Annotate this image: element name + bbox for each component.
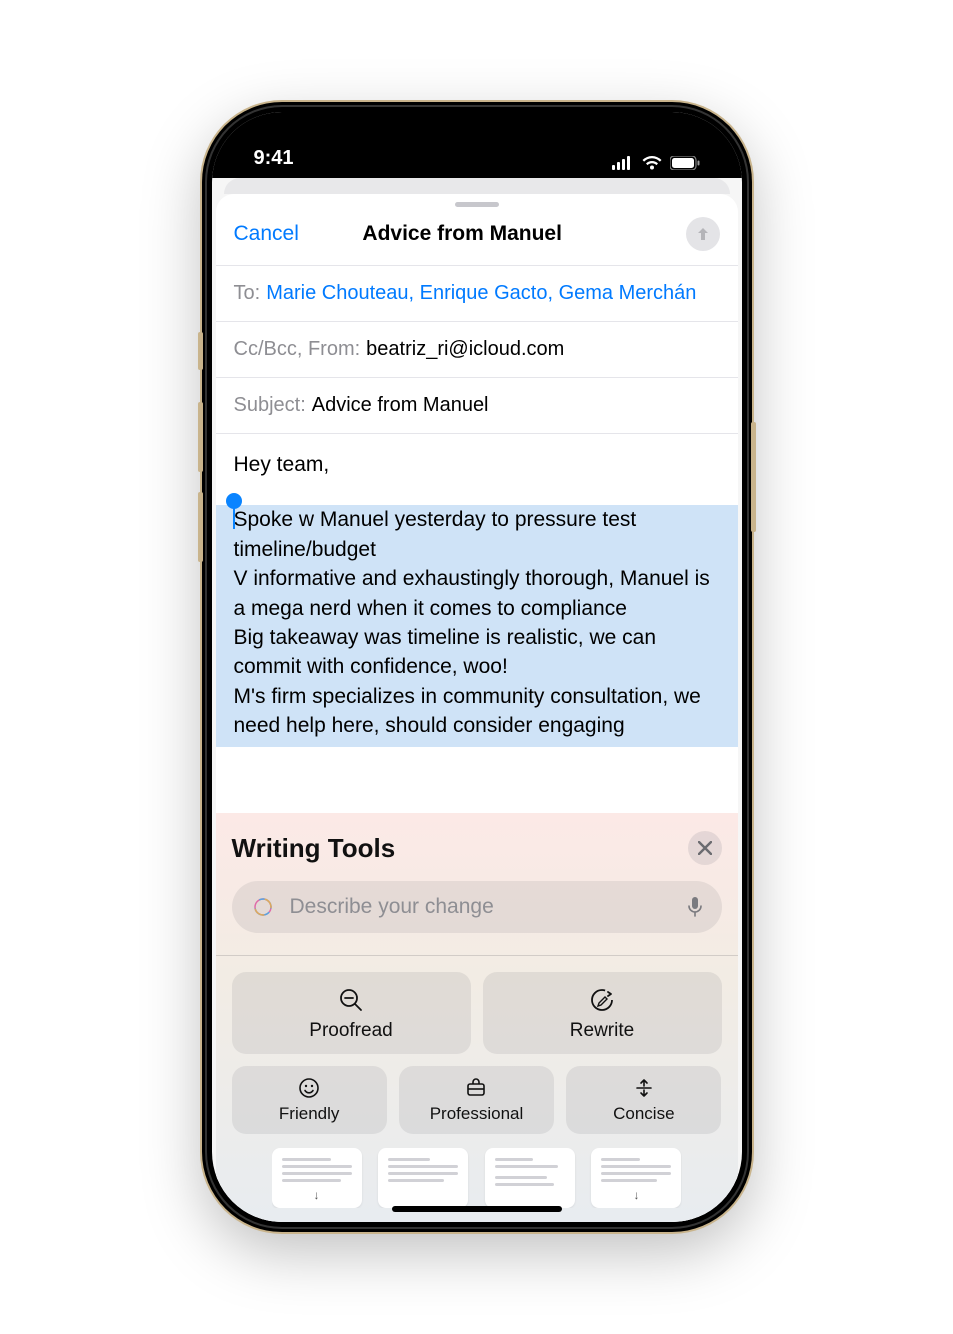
rewrite-label: Rewrite bbox=[570, 1020, 634, 1042]
status-bar: 9:41 bbox=[212, 112, 742, 178]
battery-icon bbox=[670, 156, 700, 170]
wifi-icon bbox=[642, 156, 662, 170]
to-field[interactable]: To: Marie Chouteau, Enrique Gacto, Gema … bbox=[216, 265, 738, 321]
subject-label: Subject: bbox=[234, 394, 306, 417]
primary-actions: Proofread Rewrite bbox=[232, 972, 722, 1054]
describe-change-placeholder: Describe your change bbox=[290, 895, 672, 919]
rewrite-button[interactable]: Rewrite bbox=[483, 972, 722, 1054]
proofread-label: Proofread bbox=[309, 1020, 392, 1042]
summary-card-4[interactable]: ↓ bbox=[591, 1148, 681, 1208]
volume-up bbox=[198, 402, 203, 472]
status-time: 9:41 bbox=[254, 147, 294, 170]
power-button bbox=[751, 422, 756, 532]
subject-value: Advice from Manuel bbox=[312, 394, 489, 417]
compose-title: Advice from Manuel bbox=[239, 222, 686, 246]
screen: 9:41 Cancel Advice from Manuel To: Marie… bbox=[212, 112, 742, 1222]
summary-card-3[interactable] bbox=[485, 1148, 575, 1208]
subject-field[interactable]: Subject: Advice from Manuel bbox=[216, 377, 738, 433]
friendly-label: Friendly bbox=[279, 1104, 339, 1124]
summary-card-2[interactable] bbox=[378, 1148, 468, 1208]
dynamic-island bbox=[407, 130, 547, 166]
cellular-icon bbox=[612, 156, 634, 170]
background-sheet-peek bbox=[224, 178, 730, 194]
professional-button[interactable]: Professional bbox=[399, 1066, 554, 1134]
proofread-icon bbox=[337, 986, 365, 1014]
apple-intelligence-icon bbox=[250, 894, 276, 920]
ccbcc-field[interactable]: Cc/Bcc, From: beatriz_ri@icloud.com bbox=[216, 321, 738, 377]
microphone-icon[interactable] bbox=[686, 895, 704, 919]
send-button[interactable] bbox=[686, 217, 720, 251]
friendly-button[interactable]: Friendly bbox=[232, 1066, 387, 1134]
writing-tools-title: Writing Tools bbox=[232, 833, 396, 864]
to-label: To: bbox=[234, 282, 261, 305]
selected-text: Spoke w Manuel yesterday to pressure tes… bbox=[216, 505, 738, 746]
tone-actions: Friendly Professional Concise bbox=[232, 1066, 722, 1134]
mute-switch bbox=[198, 332, 203, 370]
text-selection[interactable]: Spoke w Manuel yesterday to pressure tes… bbox=[216, 505, 738, 746]
summary-card-1[interactable]: ↓ bbox=[272, 1148, 362, 1208]
body-greeting: Hey team, bbox=[234, 450, 720, 479]
concise-icon bbox=[632, 1076, 656, 1100]
professional-icon bbox=[464, 1076, 488, 1100]
friendly-icon bbox=[297, 1076, 321, 1100]
to-recipients[interactable]: Marie Chouteau, Enrique Gacto, Gema Merc… bbox=[266, 282, 696, 305]
home-indicator[interactable] bbox=[392, 1206, 562, 1212]
volume-down bbox=[198, 492, 203, 562]
rewrite-icon bbox=[588, 986, 616, 1014]
arrow-up-icon bbox=[694, 225, 712, 243]
summary-options: ↓ ↓ bbox=[272, 1148, 682, 1208]
close-button[interactable] bbox=[688, 831, 722, 865]
concise-button[interactable]: Concise bbox=[566, 1066, 721, 1134]
down-arrow-icon: ↓ bbox=[633, 1188, 639, 1202]
concise-label: Concise bbox=[613, 1104, 674, 1124]
selection-handle-start[interactable] bbox=[226, 493, 242, 509]
iphone-frame: 9:41 Cancel Advice from Manuel To: Marie… bbox=[202, 102, 752, 1232]
divider bbox=[216, 955, 738, 956]
from-value: beatriz_ri@icloud.com bbox=[366, 338, 564, 361]
proofread-button[interactable]: Proofread bbox=[232, 972, 471, 1054]
writing-tools-panel: Writing Tools Describe your change bbox=[216, 813, 738, 1222]
compose-sheet: Cancel Advice from Manuel To: Marie Chou… bbox=[216, 194, 738, 1222]
sheet-grabber[interactable] bbox=[455, 202, 499, 207]
down-arrow-icon: ↓ bbox=[314, 1188, 320, 1202]
ccbcc-label: Cc/Bcc, From: bbox=[234, 338, 361, 361]
professional-label: Professional bbox=[430, 1104, 524, 1124]
close-icon bbox=[698, 841, 712, 855]
describe-change-input[interactable]: Describe your change bbox=[232, 881, 722, 933]
writing-tools-header: Writing Tools bbox=[232, 831, 722, 865]
compose-navbar: Cancel Advice from Manuel bbox=[216, 211, 738, 265]
status-icons bbox=[612, 156, 700, 170]
